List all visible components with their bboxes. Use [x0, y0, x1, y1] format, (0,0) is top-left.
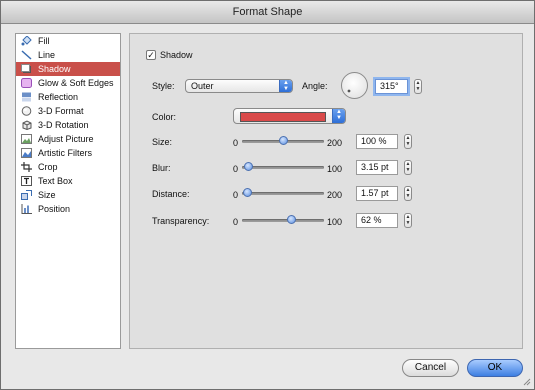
- sidebar-item-crop[interactable]: Crop: [16, 160, 120, 174]
- resize-grip-icon[interactable]: [522, 377, 531, 386]
- blur-stepper[interactable]: ▲ ▼: [404, 160, 412, 175]
- position-icon: [21, 204, 32, 214]
- shadow-settings-panel: ✓ Shadow Style: Outer ▲ ▼ Angle: 315° ▲ ▼ …: [129, 33, 523, 349]
- reflection-icon: [22, 92, 31, 102]
- distance-input[interactable]: 1.57 pt: [356, 186, 398, 201]
- transparency-slider[interactable]: [242, 214, 324, 226]
- blur-min-label: 0: [233, 164, 239, 174]
- slider-thumb[interactable]: [243, 188, 252, 197]
- transparency-min-label: 0: [233, 217, 239, 227]
- sidebar-item-label: Position: [38, 204, 71, 214]
- shadow-checkbox-label: Shadow: [160, 50, 193, 60]
- angle-label: Angle:: [302, 81, 328, 91]
- slider-track: [242, 192, 324, 195]
- distance-slider[interactable]: [242, 187, 324, 199]
- category-list: Fill Line Shadow Glow & Soft Edges Refle…: [15, 33, 121, 349]
- sidebar-item-text-box[interactable]: Text Box: [16, 174, 120, 188]
- sidebar-item-size[interactable]: Size: [16, 188, 120, 202]
- updown-arrows-icon: ▲ ▼: [279, 80, 292, 92]
- 3d-rotation-icon: [22, 120, 32, 130]
- crop-icon: [21, 162, 32, 172]
- blur-input-value: 3.15 pt: [361, 162, 389, 172]
- transparency-input-value: 62 %: [361, 215, 382, 225]
- blur-label: Blur:: [152, 163, 171, 173]
- distance-stepper[interactable]: ▲ ▼: [404, 186, 412, 201]
- shadow-checkbox[interactable]: ✓: [146, 50, 156, 60]
- slider-thumb[interactable]: [279, 136, 288, 145]
- sidebar-item-position[interactable]: Position: [16, 202, 120, 216]
- sidebar-item-glow[interactable]: Glow & Soft Edges: [16, 76, 120, 90]
- sidebar-item-label: Reflection: [38, 92, 79, 102]
- angle-indicator-icon: [347, 89, 351, 93]
- sidebar-item-shadow[interactable]: Shadow: [16, 62, 120, 76]
- size-input-value: 100 %: [361, 136, 387, 146]
- sidebar-item-label: Shadow: [38, 64, 71, 74]
- size-icon: [21, 190, 32, 200]
- sidebar-item-reflection[interactable]: Reflection: [16, 90, 120, 104]
- glow-icon: [21, 78, 32, 88]
- transparency-max-label: 100: [327, 217, 343, 227]
- blur-max-label: 100: [327, 164, 343, 174]
- slider-thumb[interactable]: [287, 215, 296, 224]
- angle-dial[interactable]: [341, 72, 368, 99]
- style-select[interactable]: Outer ▲ ▼: [185, 79, 293, 93]
- text-box-icon: [21, 176, 32, 186]
- 3d-format-icon: [21, 106, 32, 116]
- sidebar-item-label: Size: [38, 190, 56, 200]
- size-stepper[interactable]: ▲ ▼: [404, 134, 412, 149]
- sidebar-item-label: Crop: [38, 162, 58, 172]
- size-max-label: 200: [327, 138, 343, 148]
- transparency-input[interactable]: 62 %: [356, 213, 398, 228]
- sidebar-item-label: 3-D Rotation: [38, 120, 89, 130]
- sidebar-item-artistic-filters[interactable]: Artistic Filters: [16, 146, 120, 160]
- size-slider[interactable]: [242, 135, 324, 147]
- sidebar-item-3d-format[interactable]: 3-D Format: [16, 104, 120, 118]
- sidebar-item-label: 3-D Format: [38, 106, 84, 116]
- sidebar-item-label: Text Box: [38, 176, 73, 186]
- size-min-label: 0: [233, 138, 239, 148]
- size-input[interactable]: 100 %: [356, 134, 398, 149]
- color-picker-button[interactable]: ▲ ▼: [233, 108, 346, 124]
- sidebar-item-adjust-picture[interactable]: Adjust Picture: [16, 132, 120, 146]
- distance-label: Distance:: [152, 189, 190, 199]
- updown-arrows-icon: ▲ ▼: [332, 109, 345, 123]
- angle-stepper[interactable]: ▲ ▼: [414, 79, 422, 94]
- window-title: Format Shape: [1, 1, 534, 24]
- color-label: Color:: [152, 112, 177, 122]
- fill-icon: [21, 36, 32, 46]
- slider-track: [242, 219, 324, 222]
- sidebar-item-fill[interactable]: Fill: [16, 34, 120, 48]
- distance-max-label: 200: [327, 190, 343, 200]
- style-label: Style:: [152, 81, 175, 91]
- sidebar-item-label: Fill: [38, 36, 50, 46]
- distance-input-value: 1.57 pt: [361, 188, 389, 198]
- sidebar-item-label: Glow & Soft Edges: [38, 78, 114, 88]
- angle-input-value: 315°: [380, 81, 399, 91]
- distance-min-label: 0: [233, 190, 239, 200]
- ok-button[interactable]: OK: [467, 359, 523, 377]
- size-label: Size:: [152, 137, 173, 147]
- style-select-value: Outer: [191, 81, 214, 91]
- shadow-icon: [21, 64, 31, 73]
- slider-track: [242, 166, 324, 169]
- artistic-filters-icon: [21, 148, 32, 158]
- line-icon: [21, 50, 32, 60]
- color-swatch: [240, 112, 326, 122]
- blur-slider[interactable]: [242, 161, 324, 173]
- sidebar-item-label: Line: [38, 50, 56, 60]
- transparency-label: Transparency:: [152, 216, 210, 226]
- sidebar-item-label: Adjust Picture: [38, 134, 94, 144]
- angle-input[interactable]: 315°: [375, 79, 408, 94]
- transparency-stepper[interactable]: ▲ ▼: [404, 213, 412, 228]
- adjust-picture-icon: [21, 134, 32, 144]
- format-shape-dialog: Format Shape Fill Line Shadow Glow & Sof…: [0, 0, 535, 390]
- sidebar-item-label: Artistic Filters: [38, 148, 92, 158]
- blur-input[interactable]: 3.15 pt: [356, 160, 398, 175]
- cancel-button[interactable]: Cancel: [402, 359, 459, 377]
- sidebar-item-3d-rotation[interactable]: 3-D Rotation: [16, 118, 120, 132]
- slider-thumb[interactable]: [244, 162, 253, 171]
- sidebar-item-line[interactable]: Line: [16, 48, 120, 62]
